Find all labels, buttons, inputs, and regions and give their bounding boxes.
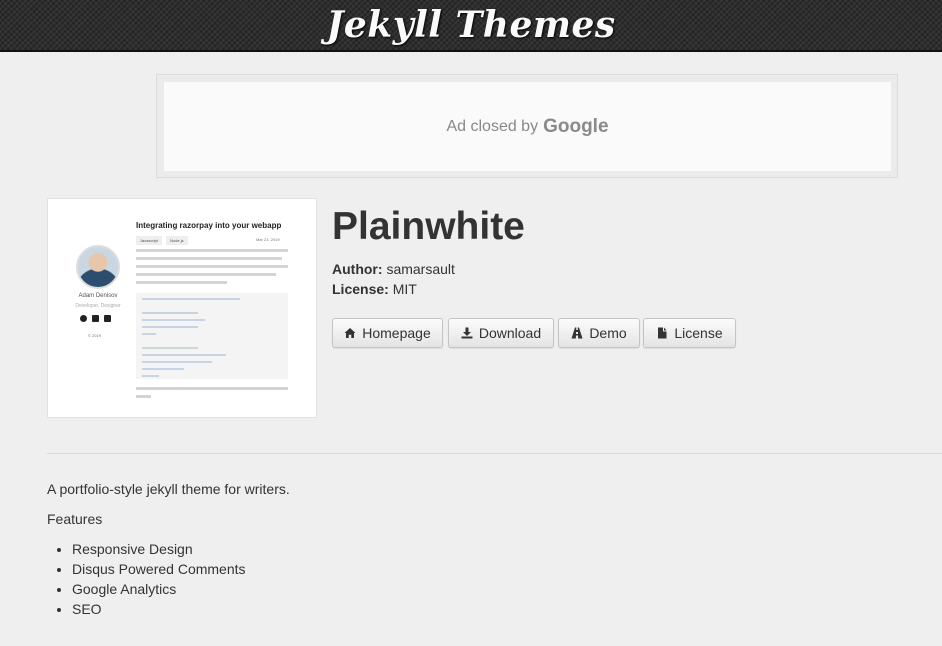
preview-copyright: © 2019: [88, 333, 101, 338]
ad-brand-logo: Google: [543, 115, 609, 137]
preview-tag: Javascript: [136, 236, 163, 245]
list-item: Responsive Design: [72, 541, 246, 561]
road-icon: [571, 327, 583, 339]
preview-code-block: [136, 293, 288, 379]
github-icon: [80, 315, 87, 322]
theme-title: Plainwhite: [332, 205, 525, 248]
ad-frame: Ad closed by Google: [164, 82, 891, 171]
list-item: Google Analytics: [72, 581, 246, 601]
demo-button[interactable]: Demo: [558, 318, 640, 348]
preview-post-date: Mar 23, 2019: [256, 237, 280, 242]
list-item: SEO: [72, 601, 246, 621]
preview-body-text: [136, 249, 288, 289]
twitter-icon: [104, 315, 111, 322]
ad-container: Ad closed by Google: [156, 74, 898, 178]
linkedin-icon: [92, 315, 99, 322]
license-button[interactable]: License: [643, 318, 736, 348]
download-button-label: Download: [478, 325, 542, 341]
home-icon: [344, 328, 356, 338]
theme-description: A portfolio-style jekyll theme for write…: [47, 481, 290, 497]
site-header: Jekyll Themes: [0, 0, 942, 52]
file-icon: [658, 327, 667, 339]
list-item: Disqus Powered Comments: [72, 561, 246, 581]
site-title-link[interactable]: Jekyll Themes: [326, 2, 615, 48]
homepage-button-label: Homepage: [362, 325, 431, 341]
content-divider: [47, 453, 942, 454]
theme-license: License: MIT: [332, 280, 417, 298]
feature-list: Responsive Design Disqus Powered Comment…: [72, 541, 246, 621]
preview-sidebar: Adam Denisov Developer, Designer © 2019: [48, 199, 128, 417]
license-label: License:: [332, 281, 389, 297]
download-button[interactable]: Download: [448, 318, 554, 348]
preview-footer-text: [136, 387, 288, 403]
features-heading: Features: [47, 511, 103, 527]
download-icon: [461, 327, 473, 339]
license-button-label: License: [674, 325, 723, 341]
preview-author-role: Developer, Designer: [75, 303, 121, 309]
preview-avatar: [76, 245, 120, 289]
preview-tag: Node.js: [166, 236, 188, 245]
preview-tags: Javascript Node.js: [136, 236, 188, 245]
theme-author: Author: samarsault: [332, 260, 455, 278]
ad-closed-text: Ad closed by: [446, 117, 539, 135]
theme-screenshot[interactable]: Adam Denisov Developer, Designer © 2019 …: [47, 198, 317, 418]
license-value: MIT: [392, 281, 417, 297]
preview-author-name: Adam Denisov: [78, 293, 118, 299]
author-label: Author:: [332, 261, 383, 277]
homepage-button[interactable]: Homepage: [332, 318, 443, 348]
preview-social-icons: [80, 315, 116, 323]
demo-button-label: Demo: [589, 325, 627, 341]
author-value: samarsault: [386, 261, 455, 277]
preview-post-title: Integrating razorpay into your webapp: [136, 221, 282, 230]
